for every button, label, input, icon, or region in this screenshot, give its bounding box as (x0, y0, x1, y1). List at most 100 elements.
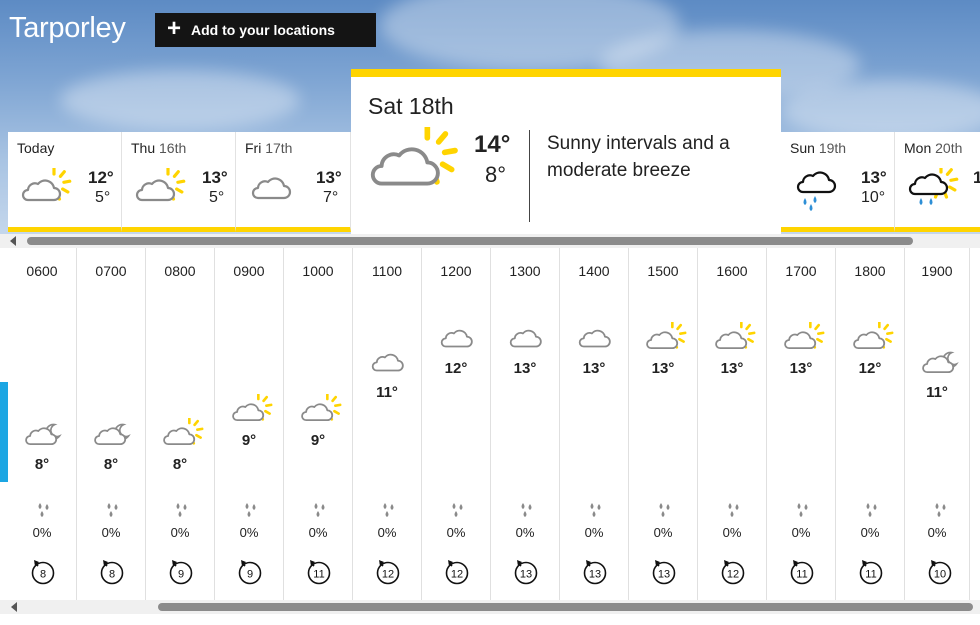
wind-direction-icon: 9 (237, 559, 263, 585)
hour-time: 1200 (440, 263, 472, 279)
hour-time: 1900 (921, 263, 953, 279)
day-low: 5° (95, 189, 111, 206)
hour-temperature: 13° (513, 360, 537, 377)
raindrop-icon (862, 502, 880, 518)
wind-speed: 8 (40, 569, 46, 581)
hour-column[interactable]: 0700 8° 0% 8 (77, 248, 146, 600)
day-name: Thu (131, 140, 156, 156)
rain-chance: 0% (32, 525, 52, 540)
hour-column[interactable]: 1400 13° 0% 13 (560, 248, 629, 600)
wind-speed: 11 (313, 569, 324, 581)
scroll-left-arrow-icon[interactable] (10, 236, 16, 246)
hour-column[interactable]: 1200 12° 0% 12 (422, 248, 491, 600)
rain-chance: 0% (377, 525, 397, 540)
wind-direction-icon: 11 (858, 559, 884, 585)
hour-temperature: 13° (720, 360, 744, 377)
hour-temperature: 13° (789, 360, 813, 377)
raindrop-icon (34, 502, 52, 518)
sunny-intervals-icon (160, 416, 204, 454)
selected-day-tab[interactable]: Sat 18th 14° 8° Sunny intervals and a mo… (351, 69, 781, 234)
rain-chance: 0% (927, 525, 947, 540)
hour-column[interactable]: 1900 11° 0% 10 (905, 248, 970, 600)
rain-chance: 0% (446, 525, 466, 540)
hour-column[interactable]: 0800 8° 0% 9 (146, 248, 215, 600)
day-high: 13° (202, 168, 228, 187)
sunny-intervals-icon (16, 166, 74, 212)
wind-speed: 8 (109, 569, 115, 581)
wind-direction-icon: 13 (513, 559, 539, 585)
hour-temperature: 12° (858, 360, 882, 377)
day-tab-fri[interactable]: Fri 17th 13° 7° (236, 132, 351, 232)
hour-temperature: 11° (376, 384, 398, 401)
add-to-locations-label: Add to your locations (191, 22, 335, 38)
day-tab-mon[interactable]: Mon 20th 1 (895, 132, 980, 232)
wind-speed: 12 (451, 569, 463, 581)
hour-time: 0800 (164, 263, 196, 279)
hour-time: 0900 (233, 263, 265, 279)
hour-temperature: 9° (310, 432, 326, 449)
sunny-intervals-icon (781, 320, 825, 358)
rain-chance: 0% (239, 525, 259, 540)
hourly-scrollbar[interactable] (0, 600, 980, 614)
wind-speed: 12 (382, 569, 394, 581)
rain-chance: 0% (515, 525, 535, 540)
cloud-moon-icon (919, 346, 963, 382)
day-tab-sun[interactable]: Sun 19th 13° 10° (781, 132, 895, 232)
sunny-intervals-icon (298, 392, 342, 430)
sunny-intervals-icon (130, 166, 188, 212)
wind-direction-icon: 11 (306, 559, 332, 585)
raindrop-icon (586, 502, 604, 518)
hour-temperature: 8° (172, 456, 188, 473)
day-date: 17th (265, 140, 293, 156)
wind-direction-icon: 8 (99, 559, 125, 585)
wind-direction-icon: 12 (720, 559, 746, 585)
scrollbar-thumb[interactable] (158, 603, 973, 611)
hour-column[interactable]: 1300 13° 0% 13 (491, 248, 560, 600)
hour-column[interactable]: 1700 13° 0% 11 (767, 248, 836, 600)
hour-column[interactable]: 1800 12° 0% 11 (836, 248, 905, 600)
sunny-intervals-icon (364, 124, 459, 205)
raindrop-icon (931, 502, 949, 518)
hour-column[interactable]: 1600 13° 0% 12 (698, 248, 767, 600)
day-tab-thu[interactable]: Thu 16th 13° 5° (122, 132, 236, 232)
wind-speed: 13 (520, 569, 532, 581)
hour-column[interactable]: 1100 11° 0% 12 (353, 248, 422, 600)
hour-temperature: 13° (582, 360, 606, 377)
current-time-marker (0, 382, 8, 482)
hour-column[interactable]: 1500 13° 0% 13 (629, 248, 698, 600)
hour-time: 0600 (26, 263, 58, 279)
wind-direction-icon: 13 (651, 559, 677, 585)
hour-column[interactable]: 0600 8° 0% 8 (8, 248, 77, 600)
day-low: 10° (861, 189, 886, 206)
wind-direction-icon: 8 (30, 559, 56, 585)
sunny-intervals-icon (712, 320, 756, 358)
location-title: Tarporley (9, 12, 126, 44)
add-to-locations-button[interactable]: + Add to your locations (155, 13, 376, 47)
wind-speed: 13 (589, 569, 601, 581)
wind-direction-icon: 10 (927, 559, 953, 585)
day-tabs-scrollbar[interactable] (0, 234, 980, 248)
scroll-left-arrow-icon[interactable] (11, 602, 17, 612)
sunny-intervals-icon (229, 392, 273, 430)
hour-column[interactable]: 0900 9° 0% 9 (215, 248, 284, 600)
hour-temperature: 8° (34, 456, 50, 473)
raindrop-icon (103, 502, 121, 518)
day-tab-today[interactable]: Today 12° 5° (8, 132, 122, 232)
rain-chance: 0% (722, 525, 742, 540)
hour-time: 1600 (716, 263, 748, 279)
rain-chance: 0% (860, 525, 880, 540)
day-name: Sun (790, 140, 815, 156)
hour-time: 0700 (95, 263, 127, 279)
hour-temperature: 9° (241, 432, 257, 449)
selected-day-high: 14° (474, 131, 511, 158)
raindrop-icon (241, 502, 259, 518)
cloud-icon (505, 322, 549, 358)
hour-column[interactable]: 1000 9° 0% 11 (284, 248, 353, 600)
day-date: 19th (818, 140, 847, 156)
cloud-icon (436, 322, 480, 358)
wind-speed: 12 (727, 569, 739, 581)
sunny-intervals-icon (850, 320, 894, 358)
hour-time: 1700 (785, 263, 817, 279)
scrollbar-thumb[interactable] (27, 237, 913, 245)
weather-description: Sunny intervals and a moderate breeze (547, 133, 730, 181)
